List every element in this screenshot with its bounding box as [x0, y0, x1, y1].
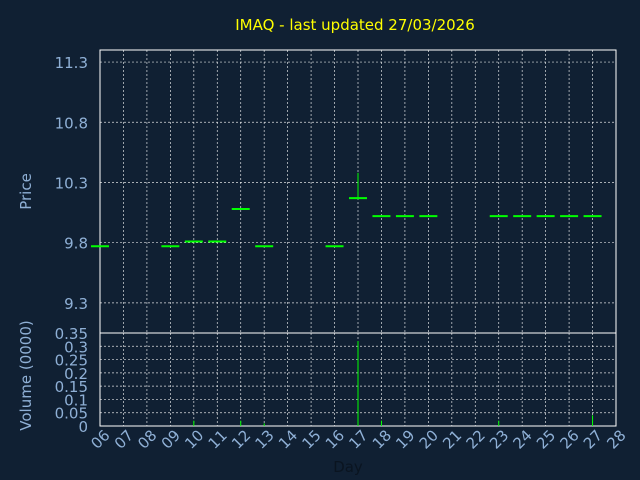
x-tick-label: 13 [252, 426, 278, 452]
volume-axis-label: Volume (0000) [17, 320, 35, 430]
x-tick-label: 23 [486, 426, 512, 452]
x-tick-label: 07 [111, 426, 137, 452]
x-tick-label: 14 [275, 426, 301, 452]
x-tick-label: 08 [134, 426, 160, 452]
price-tick-label: 11.3 [55, 54, 88, 72]
x-tick-label: 12 [228, 426, 254, 452]
x-tick-label: 18 [369, 426, 395, 452]
price-tick-label: 10.3 [55, 174, 88, 192]
x-tick-label: 11 [205, 426, 231, 452]
x-tick-label: 21 [439, 426, 465, 452]
x-tick-label: 15 [298, 426, 324, 452]
x-tick-label: 28 [603, 426, 629, 452]
x-tick-label: 27 [580, 426, 606, 452]
x-tick-label: 16 [322, 426, 348, 452]
chart-title: IMAQ - last updated 27/03/2026 [235, 16, 475, 34]
price-axis-label: Price [17, 173, 35, 210]
x-tick-label: 17 [345, 426, 371, 452]
price-tick-label: 9.8 [64, 235, 88, 253]
x-tick-label: 24 [510, 426, 536, 452]
x-tick-label: 20 [416, 426, 442, 452]
volume-tick-label: 0 [78, 418, 88, 436]
x-tick-label: 26 [556, 426, 582, 452]
price-tick-label: 10.8 [55, 114, 88, 132]
x-tick-label: 22 [463, 426, 489, 452]
stock-chart: IMAQ - last updated 27/03/2026 11.3 10.8 10… [17, 16, 630, 476]
x-tick-label: 09 [158, 426, 184, 452]
x-tick-label: 19 [392, 426, 418, 452]
x-axis-label: Day [333, 458, 363, 476]
price-tick-label: 9.3 [64, 295, 88, 313]
x-tick-label: 10 [181, 426, 207, 452]
x-tick-label: 06 [87, 426, 113, 452]
x-tick-label: 25 [533, 426, 559, 452]
